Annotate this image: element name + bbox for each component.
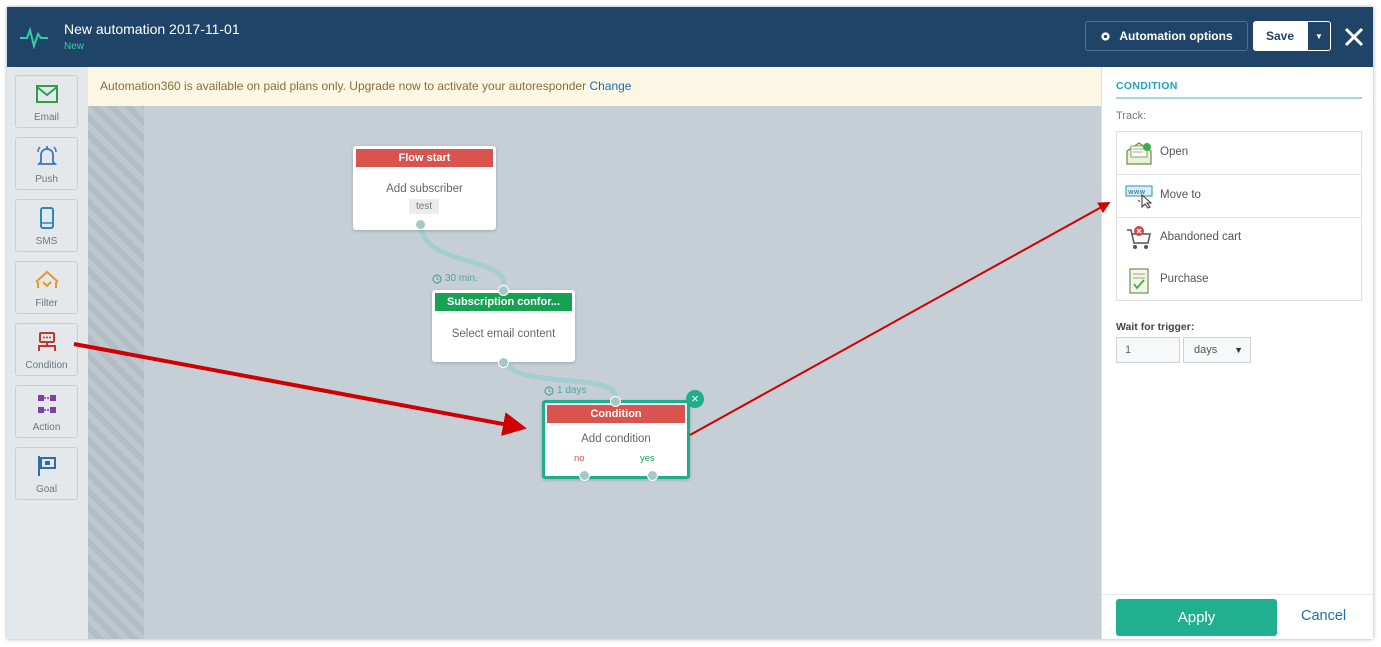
tool-sms[interactable]: SMS xyxy=(15,199,78,252)
wait-unit-select[interactable]: days ▼ xyxy=(1183,337,1251,363)
chevron-down-icon: ▼ xyxy=(1234,345,1243,355)
tool-goal-label: Goal xyxy=(35,484,58,495)
delay-text: 1 days xyxy=(557,385,587,396)
track-option-open[interactable]: Open xyxy=(1117,132,1361,175)
track-option-label: Move to xyxy=(1160,189,1201,201)
condition-icon xyxy=(38,332,56,351)
tool-condition[interactable]: Condition xyxy=(15,323,78,376)
open-envelope-icon xyxy=(1126,142,1152,165)
tool-push[interactable]: Push xyxy=(15,137,78,190)
panel-footer-divider xyxy=(1102,594,1373,595)
delay-label: 1 days xyxy=(544,385,586,396)
output-port[interactable] xyxy=(498,357,509,368)
automation-options-button[interactable]: Automation options xyxy=(1085,21,1248,51)
tool-email[interactable]: Email xyxy=(15,75,78,128)
tool-email-label: Email xyxy=(33,112,59,123)
subscriber-tag: test xyxy=(409,199,439,214)
flow-start-text: Add subscriber xyxy=(386,183,463,195)
change-link[interactable]: Change xyxy=(589,79,631,93)
upgrade-notice-text: Automation360 is available on paid plans… xyxy=(100,79,587,93)
track-option-purchase[interactable]: Purchase xyxy=(1117,259,1361,301)
automation-title[interactable]: New automation 2017-11-01 xyxy=(64,21,240,37)
delay-label: 30 min. xyxy=(432,273,478,284)
cancel-button[interactable]: Cancel xyxy=(1301,608,1346,624)
svg-text:www: www xyxy=(1128,188,1145,196)
purchase-icon xyxy=(1129,268,1149,294)
header-bar: New automation 2017-11-01 New Automation… xyxy=(7,7,1373,67)
remove-node-button[interactable]: × xyxy=(686,390,704,408)
envelope-icon xyxy=(36,85,58,103)
track-option-abandoned-cart[interactable]: Abandoned cart xyxy=(1117,217,1361,259)
canvas-margin-stripes xyxy=(88,106,144,639)
condition-title: Condition xyxy=(547,405,685,423)
input-port[interactable] xyxy=(498,285,509,296)
flow-start-title: Flow start xyxy=(356,149,493,167)
phone-icon xyxy=(40,207,54,229)
pulse-logo-icon xyxy=(20,26,48,50)
output-port[interactable] xyxy=(415,219,426,230)
track-option-move-to[interactable]: www Move to xyxy=(1117,175,1361,218)
abandoned-cart-icon xyxy=(1127,226,1151,249)
save-button[interactable]: Save xyxy=(1253,21,1307,51)
apply-button[interactable]: Apply xyxy=(1116,599,1277,636)
condition-node[interactable]: Condition Add condition no yes xyxy=(542,400,690,479)
automation-options-label: Automation options xyxy=(1119,29,1233,43)
clock-icon xyxy=(432,273,442,284)
no-output-port[interactable] xyxy=(579,470,590,481)
bell-icon xyxy=(36,146,58,165)
track-label: Track: xyxy=(1116,110,1147,122)
wait-unit-value: days xyxy=(1194,344,1218,356)
upgrade-notice: Automation360 is available on paid plans… xyxy=(88,67,1101,106)
automation-editor-window: New automation 2017-11-01 New Automation… xyxy=(7,7,1373,639)
track-option-label: Open xyxy=(1160,146,1189,158)
panel-title-underline xyxy=(1116,97,1362,99)
action-icon xyxy=(38,395,56,413)
panel-title: CONDITION xyxy=(1116,80,1178,92)
flow-start-node[interactable]: Flow start Add subscriber test xyxy=(353,146,496,230)
input-port[interactable] xyxy=(610,396,621,407)
tool-filter[interactable]: Filter xyxy=(15,261,78,314)
save-dropdown-button[interactable]: ▼ xyxy=(1307,21,1331,51)
subscription-text: Select email content xyxy=(451,328,556,340)
tool-condition-label: Condition xyxy=(25,360,68,371)
yes-branch-label: yes xyxy=(640,453,655,464)
condition-settings-panel: CONDITION Track: Open www Move to Abando… xyxy=(1101,67,1373,639)
workflow-canvas[interactable]: Flow start Add subscriber test 30 min. S… xyxy=(88,106,1101,639)
connection-lines xyxy=(418,223,619,398)
tool-action-label: Action xyxy=(32,422,61,433)
track-options-list: Open www Move to Abandoned cart Purchase xyxy=(1116,131,1362,301)
tool-push-label: Push xyxy=(35,174,58,185)
track-option-label: Abandoned cart xyxy=(1160,231,1242,243)
automation-status: New xyxy=(64,41,85,52)
close-icon: × xyxy=(691,391,699,406)
track-option-label: Purchase xyxy=(1160,273,1209,285)
no-branch-label: no xyxy=(574,453,585,464)
close-icon[interactable] xyxy=(1341,24,1367,50)
tool-action[interactable]: Action xyxy=(15,385,78,438)
condition-text: Add condition xyxy=(581,433,651,445)
wait-amount-input[interactable]: 1 xyxy=(1116,337,1180,363)
tool-goal[interactable]: Goal xyxy=(15,447,78,500)
yes-output-port[interactable] xyxy=(647,470,658,481)
flag-icon xyxy=(38,456,56,476)
element-toolbar: Email Push SMS Filter Condition Action G… xyxy=(7,67,88,639)
move-to-icon: www xyxy=(1125,185,1153,209)
caret-down-icon: ▼ xyxy=(1315,31,1323,41)
clock-icon xyxy=(544,385,554,396)
wait-for-trigger-label: Wait for trigger: xyxy=(1116,321,1195,333)
tool-sms-label: SMS xyxy=(35,236,58,247)
subscription-node[interactable]: Subscription confor... Select email cont… xyxy=(432,290,575,362)
filter-icon xyxy=(35,270,59,288)
delay-text: 30 min. xyxy=(445,273,478,284)
gear-icon xyxy=(1101,31,1110,41)
tool-filter-label: Filter xyxy=(35,298,58,309)
